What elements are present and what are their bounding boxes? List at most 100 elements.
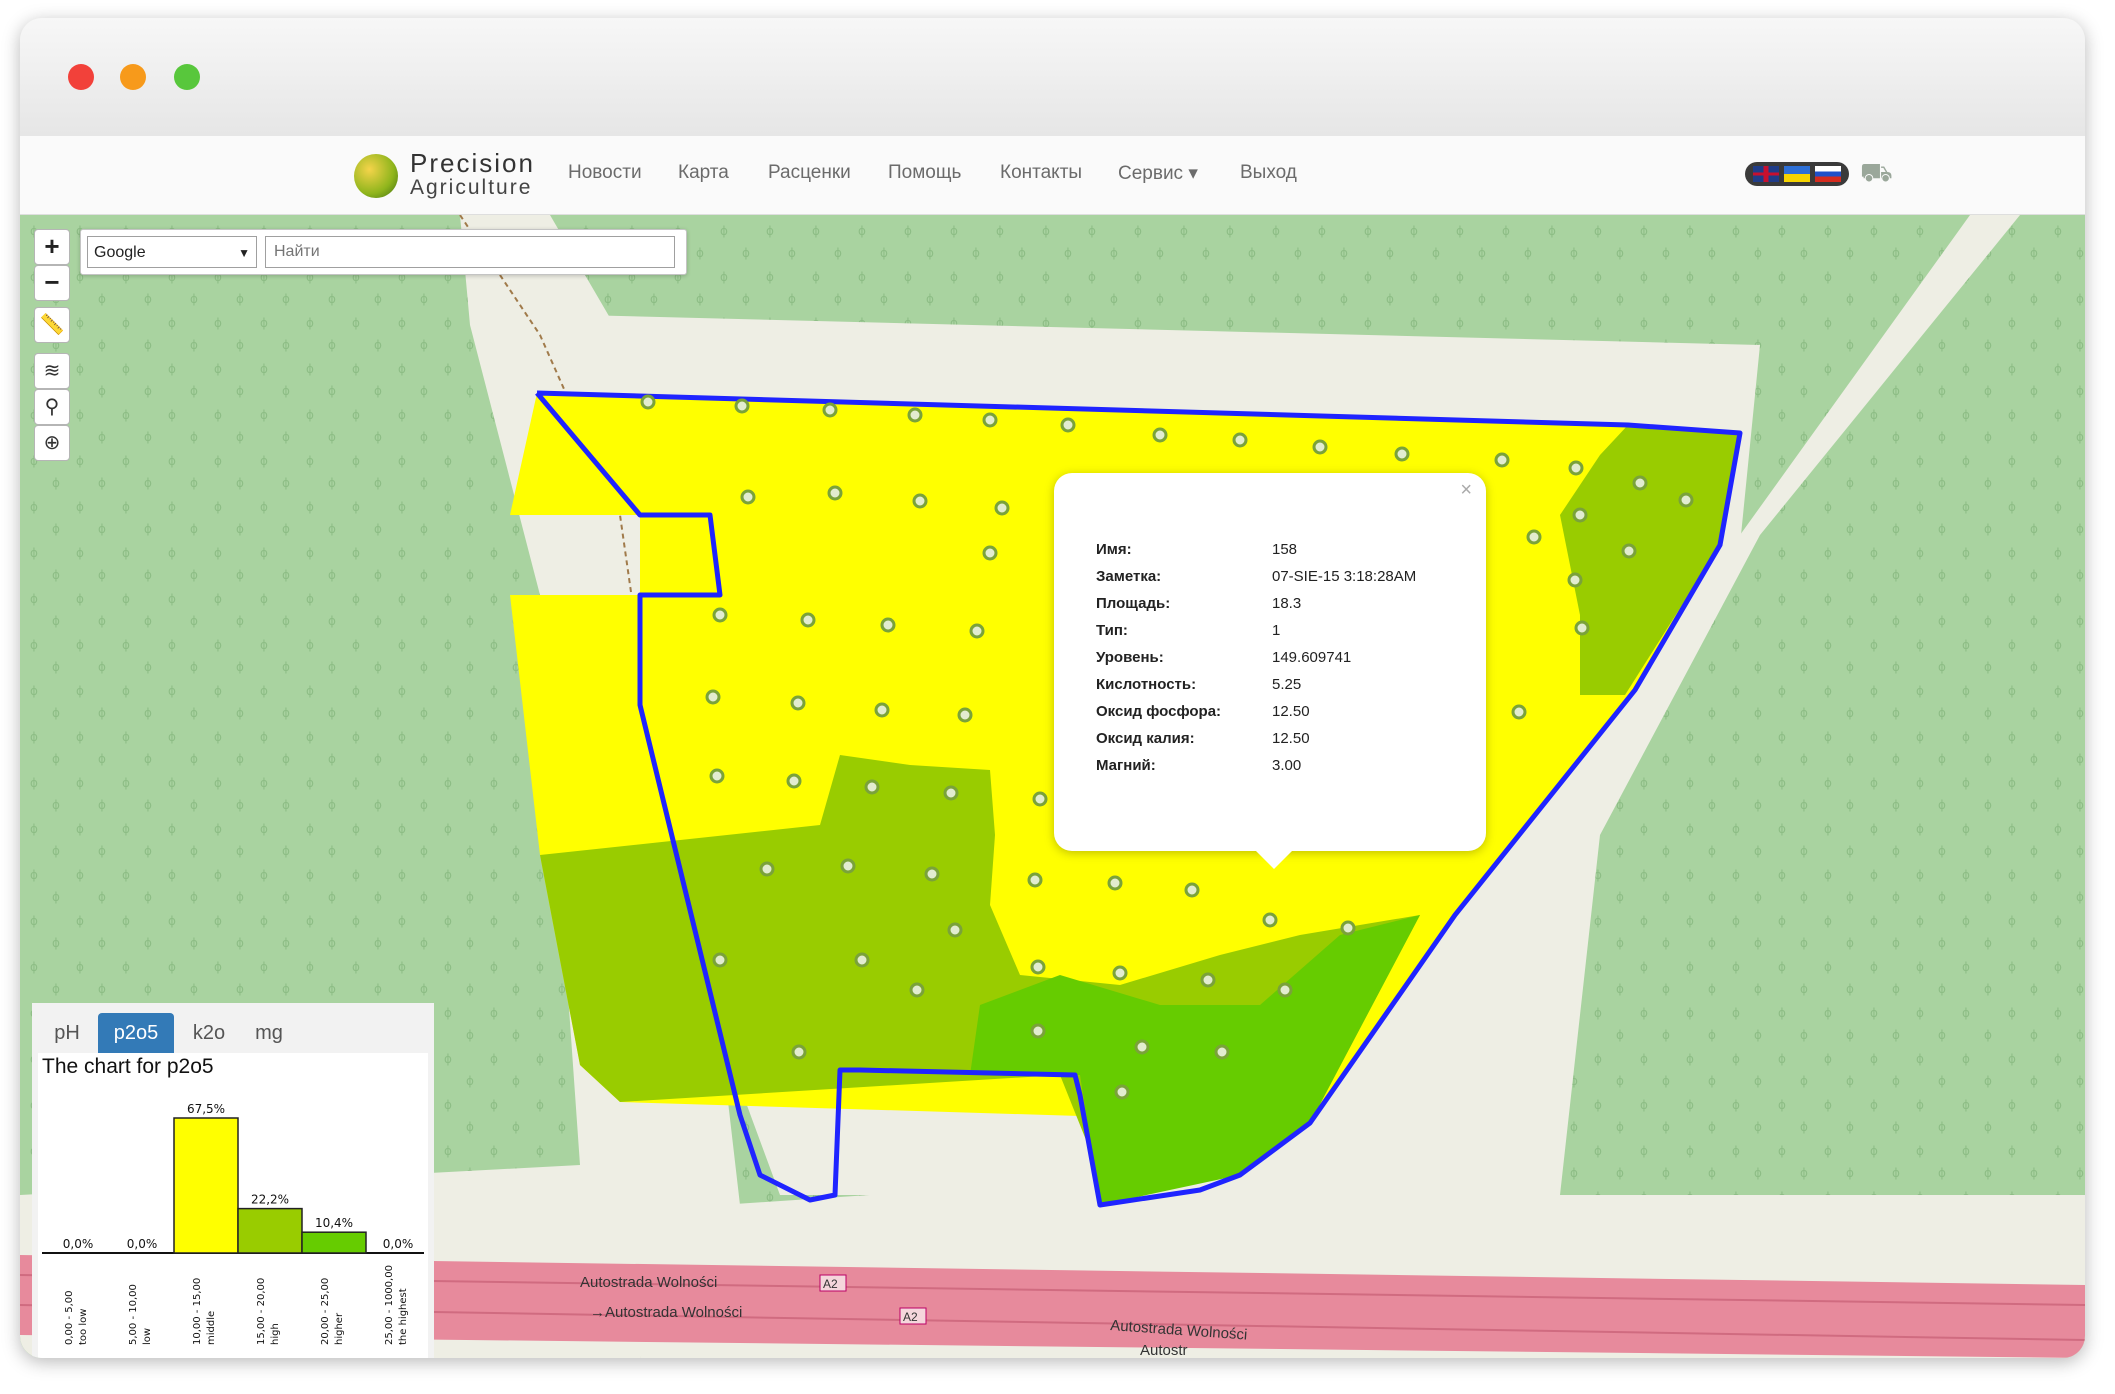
nav-contacts[interactable]: Контакты <box>1000 162 1082 184</box>
flag-uk-icon[interactable] <box>1753 166 1779 182</box>
sample-point[interactable] <box>1200 972 1216 988</box>
sample-point[interactable] <box>740 489 756 505</box>
chart-bar[interactable] <box>173 1117 239 1254</box>
zoom-in-button[interactable]: + <box>34 229 70 265</box>
sample-point[interactable] <box>982 412 998 428</box>
sample-point[interactable] <box>1526 529 1542 545</box>
sample-point[interactable] <box>1214 1044 1230 1060</box>
sample-point[interactable] <box>827 485 843 501</box>
sample-point[interactable] <box>1340 920 1356 936</box>
sample-point[interactable] <box>822 402 838 418</box>
sample-point[interactable] <box>1494 452 1510 468</box>
sample-point[interactable] <box>1152 427 1168 443</box>
sample-point[interactable] <box>957 707 973 723</box>
chart-bar[interactable] <box>301 1231 367 1254</box>
minimize-window-button[interactable] <box>120 64 146 90</box>
bar-value-label: 67,5% <box>187 1102 225 1116</box>
sample-point[interactable] <box>734 398 750 414</box>
sample-point[interactable] <box>874 702 890 718</box>
sample-point[interactable] <box>1112 965 1128 981</box>
nav-help[interactable]: Помощь <box>888 162 961 184</box>
sample-point[interactable] <box>1678 492 1694 508</box>
sample-point[interactable] <box>1277 982 1293 998</box>
close-window-button[interactable] <box>68 64 94 90</box>
sample-point[interactable] <box>1394 446 1410 462</box>
sample-point[interactable] <box>943 785 959 801</box>
a2-badge-label-2: A2 <box>903 1310 918 1324</box>
close-icon[interactable]: × <box>1460 479 1472 502</box>
sample-point[interactable] <box>1030 1023 1046 1039</box>
sample-point[interactable] <box>790 695 806 711</box>
sample-point[interactable] <box>1567 572 1583 588</box>
sample-point[interactable] <box>1312 439 1328 455</box>
sample-point[interactable] <box>907 407 923 423</box>
sample-point[interactable] <box>759 861 775 877</box>
sample-point[interactable] <box>712 952 728 968</box>
sample-point[interactable] <box>854 952 870 968</box>
sample-point[interactable] <box>969 623 985 639</box>
bar-value-label: 0,0% <box>63 1237 94 1251</box>
sample-point[interactable] <box>982 545 998 561</box>
locate-icon[interactable]: ⊕ <box>34 425 70 461</box>
zoom-out-button[interactable]: − <box>34 265 70 301</box>
sample-point[interactable] <box>1030 959 1046 975</box>
flag-ru-icon[interactable] <box>1815 166 1841 182</box>
sample-point[interactable] <box>1574 620 1590 636</box>
sample-point[interactable] <box>880 617 896 633</box>
title-bar <box>20 18 2085 136</box>
chevron-down-icon: ▼ <box>238 246 250 260</box>
map-search-input[interactable] <box>265 236 675 268</box>
sample-point[interactable] <box>909 982 925 998</box>
sample-point[interactable] <box>1107 875 1123 891</box>
flag-ua-icon[interactable] <box>1784 166 1810 182</box>
layers-icon[interactable]: ≋ <box>34 353 70 389</box>
popup-key: Оксид калия: <box>1096 730 1195 747</box>
sample-point[interactable] <box>705 689 721 705</box>
tab-ph[interactable]: pH <box>44 1013 90 1053</box>
sample-point[interactable] <box>912 493 928 509</box>
sample-point[interactable] <box>712 607 728 623</box>
road-label-4: Autostr <box>1140 1342 1188 1358</box>
sample-point[interactable] <box>840 858 856 874</box>
sample-point[interactable] <box>994 500 1010 516</box>
sample-point[interactable] <box>1184 882 1200 898</box>
sample-point[interactable] <box>786 773 802 789</box>
sample-point[interactable] <box>1632 475 1648 491</box>
x-tick-name: higher <box>334 1312 345 1345</box>
sample-point[interactable] <box>640 394 656 410</box>
sample-point[interactable] <box>1621 543 1637 559</box>
sample-point[interactable] <box>1114 1084 1130 1100</box>
nav-map[interactable]: Карта <box>678 162 729 184</box>
sample-point[interactable] <box>709 768 725 784</box>
user-icon[interactable]: ⛟ <box>1860 156 1893 188</box>
nav-news[interactable]: Новости <box>568 162 642 184</box>
nav-prices[interactable]: Расценки <box>768 162 851 184</box>
sample-point[interactable] <box>1060 417 1076 433</box>
sample-point[interactable] <box>791 1044 807 1060</box>
sample-point[interactable] <box>1572 507 1588 523</box>
sample-point[interactable] <box>1568 460 1584 476</box>
sample-point[interactable] <box>947 922 963 938</box>
sample-point[interactable] <box>1232 432 1248 448</box>
sample-point[interactable] <box>924 866 940 882</box>
nav-service-dropdown[interactable]: Сервис ▾ <box>1118 162 1198 185</box>
x-tick-name: the highest <box>398 1288 409 1345</box>
sample-point[interactable] <box>1511 704 1527 720</box>
tab-mg[interactable]: mg <box>244 1013 294 1053</box>
ruler-icon[interactable]: 📏 <box>34 307 70 343</box>
sample-point[interactable] <box>864 779 880 795</box>
sample-point[interactable] <box>800 612 816 628</box>
chart-bar[interactable] <box>237 1207 303 1254</box>
nav-logout[interactable]: Выход <box>1240 162 1297 184</box>
map-view[interactable]: ϕ ϕ Autostrada Wolności →Autostrada Woln… <box>20 215 2085 1358</box>
sample-point[interactable] <box>1262 912 1278 928</box>
magnifier-icon[interactable]: ⚲ <box>34 389 70 425</box>
geocoder-select[interactable]: Google ▼ <box>87 236 257 268</box>
tab-p2o5[interactable]: p2o5 <box>98 1013 174 1053</box>
sample-point[interactable] <box>1134 1039 1150 1055</box>
sample-point[interactable] <box>1027 872 1043 888</box>
brand-logo[interactable]: Precision Agriculture <box>354 146 554 204</box>
maximize-window-button[interactable] <box>174 64 200 90</box>
sample-point[interactable] <box>1032 791 1048 807</box>
tab-k2o[interactable]: k2o <box>182 1013 236 1053</box>
